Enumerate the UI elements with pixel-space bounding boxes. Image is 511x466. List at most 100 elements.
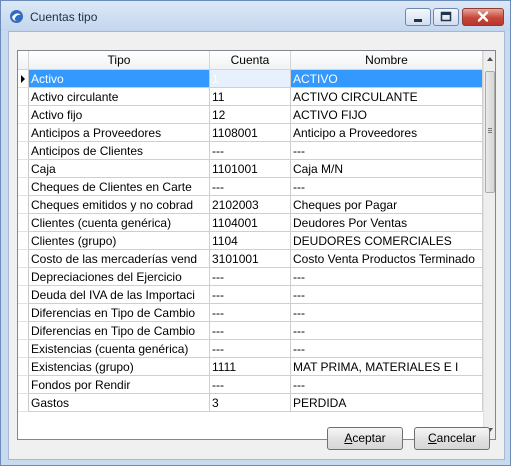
row-indicator[interactable] (18, 232, 29, 250)
cell-tipo[interactable]: Diferencias en Tipo de Cambio (29, 322, 210, 340)
cell-tipo[interactable]: Anticipos a Proveedores (29, 124, 210, 142)
row-indicator[interactable] (18, 106, 29, 124)
cell-nombre[interactable]: PERDIDA (291, 394, 483, 412)
scrollbar-thumb[interactable] (485, 71, 495, 193)
cell-tipo[interactable]: Clientes (cuenta genérica) (29, 214, 210, 232)
cell-tipo[interactable]: Activo fijo (29, 106, 210, 124)
cell-cuenta[interactable]: 3 (210, 394, 291, 412)
table-row[interactable]: Deuda del IVA de las Importaci --- --- (18, 286, 483, 304)
table-row[interactable]: Gastos 3 PERDIDA (18, 394, 483, 412)
cell-cuenta[interactable]: 2102003 (210, 196, 291, 214)
cell-nombre[interactable]: --- (291, 322, 483, 340)
cancel-button[interactable]: Cancelar (414, 427, 490, 450)
cell-nombre[interactable]: --- (291, 178, 483, 196)
cell-cuenta[interactable]: 1104001 (210, 214, 291, 232)
cell-tipo[interactable]: Clientes (grupo) (29, 232, 210, 250)
cell-nombre[interactable]: ACTIVO FIJO (291, 106, 483, 124)
vertical-scrollbar[interactable] (483, 51, 495, 439)
cell-cuenta[interactable]: 1104 (210, 232, 291, 250)
cell-cuenta[interactable]: 1 (210, 70, 291, 88)
column-header-nombre[interactable]: Nombre (291, 51, 483, 69)
cell-tipo[interactable]: Diferencias en Tipo de Cambio (29, 304, 210, 322)
cell-nombre[interactable]: MAT PRIMA, MATERIALES E I (291, 358, 483, 376)
cell-nombre[interactable]: --- (291, 304, 483, 322)
cell-nombre[interactable]: Costo Venta Productos Terminado (291, 250, 483, 268)
cell-tipo[interactable]: Cheques de Clientes en Carte (29, 178, 210, 196)
row-indicator[interactable] (18, 322, 29, 340)
cell-tipo[interactable]: Activo (29, 70, 210, 88)
row-indicator[interactable] (18, 394, 29, 412)
table-row[interactable]: Existencias (cuenta genérica) --- --- (18, 340, 483, 358)
cell-nombre[interactable]: DEUDORES COMERCIALES (291, 232, 483, 250)
accept-button[interactable]: Aceptar (327, 427, 403, 450)
cell-cuenta[interactable]: --- (210, 268, 291, 286)
cell-nombre[interactable]: Deudores Por Ventas (291, 214, 483, 232)
column-header-cuenta[interactable]: Cuenta (210, 51, 291, 69)
cell-tipo[interactable]: Anticipos de Clientes (29, 142, 210, 160)
table-row[interactable]: Clientes (grupo) 1104 DEUDORES COMERCIALES (18, 232, 483, 250)
table-row[interactable]: Costo de las mercaderías vend 3101001 Cost… (18, 250, 483, 268)
title-bar[interactable]: Cuentas tipo (1, 1, 510, 31)
cell-tipo[interactable]: Depreciaciones del Ejercicio (29, 268, 210, 286)
cell-tipo[interactable]: Deuda del IVA de las Importaci (29, 286, 210, 304)
cell-tipo[interactable]: Activo circulante (29, 88, 210, 106)
table-row[interactable]: Diferencias en Tipo de Cambio --- --- (18, 304, 483, 322)
cell-nombre[interactable]: Caja M/N (291, 160, 483, 178)
cell-tipo[interactable]: Cheques emitidos y no cobrad (29, 196, 210, 214)
cell-tipo[interactable]: Existencias (cuenta genérica) (29, 340, 210, 358)
row-indicator[interactable] (18, 376, 29, 394)
table-row[interactable]: Cheques de Clientes en Carte --- --- (18, 178, 483, 196)
row-indicator[interactable] (18, 142, 29, 160)
maximize-button[interactable] (433, 8, 459, 26)
cell-nombre[interactable]: Cheques por Pagar (291, 196, 483, 214)
column-header-tipo[interactable]: Tipo (29, 51, 210, 69)
table-row[interactable]: Diferencias en Tipo de Cambio --- --- (18, 322, 483, 340)
cell-cuenta[interactable]: --- (210, 142, 291, 160)
cell-cuenta[interactable]: 1111 (210, 358, 291, 376)
cell-nombre[interactable]: --- (291, 142, 483, 160)
cell-nombre[interactable]: --- (291, 376, 483, 394)
cell-tipo[interactable]: Costo de las mercaderías vend (29, 250, 210, 268)
cell-nombre[interactable]: --- (291, 286, 483, 304)
cell-nombre[interactable]: ACTIVO (291, 70, 483, 88)
table-row[interactable]: Caja 1101001 Caja M/N (18, 160, 483, 178)
cell-cuenta[interactable]: 11 (210, 88, 291, 106)
cell-cuenta[interactable]: --- (210, 376, 291, 394)
cell-nombre[interactable]: Anticipo a Proveedores (291, 124, 483, 142)
row-indicator[interactable] (18, 340, 29, 358)
cell-tipo[interactable]: Gastos (29, 394, 210, 412)
table-row[interactable]: Clientes (cuenta genérica) 1104001 Deudore… (18, 214, 483, 232)
row-indicator[interactable] (18, 214, 29, 232)
row-indicator[interactable] (18, 70, 29, 88)
row-indicator[interactable] (18, 268, 29, 286)
cell-cuenta[interactable]: --- (210, 178, 291, 196)
cell-cuenta[interactable]: --- (210, 286, 291, 304)
cell-tipo[interactable]: Existencias (grupo) (29, 358, 210, 376)
row-indicator[interactable] (18, 160, 29, 178)
row-indicator[interactable] (18, 358, 29, 376)
table-row[interactable]: Activo circulante 11 ACTIVO CIRCULANTE (18, 88, 483, 106)
scroll-up-icon[interactable] (485, 53, 495, 65)
row-indicator[interactable] (18, 286, 29, 304)
cell-nombre[interactable]: ACTIVO CIRCULANTE (291, 88, 483, 106)
cell-cuenta[interactable]: --- (210, 340, 291, 358)
cell-cuenta[interactable]: 1108001 (210, 124, 291, 142)
row-indicator[interactable] (18, 88, 29, 106)
close-button[interactable] (462, 8, 504, 26)
table-row[interactable]: Depreciaciones del Ejercicio --- --- (18, 268, 483, 286)
row-indicator[interactable] (18, 196, 29, 214)
table-row[interactable]: Anticipos de Clientes --- --- (18, 142, 483, 160)
cell-tipo[interactable]: Fondos por Rendir (29, 376, 210, 394)
table-row[interactable]: Fondos por Rendir --- --- (18, 376, 483, 394)
row-indicator[interactable] (18, 250, 29, 268)
accounts-grid[interactable]: Tipo Cuenta Nombre Activo 1 ACTIVO Activo c… (17, 50, 496, 440)
cell-tipo[interactable]: Caja (29, 160, 210, 178)
table-row[interactable]: Cheques emitidos y no cobrad 2102003 Chequ… (18, 196, 483, 214)
cell-cuenta[interactable]: 1101001 (210, 160, 291, 178)
row-indicator[interactable] (18, 124, 29, 142)
cell-cuenta[interactable]: --- (210, 304, 291, 322)
cell-cuenta[interactable]: 12 (210, 106, 291, 124)
table-row[interactable]: Activo fijo 12 ACTIVO FIJO (18, 106, 483, 124)
minimize-button[interactable] (405, 8, 431, 26)
cell-nombre[interactable]: --- (291, 268, 483, 286)
